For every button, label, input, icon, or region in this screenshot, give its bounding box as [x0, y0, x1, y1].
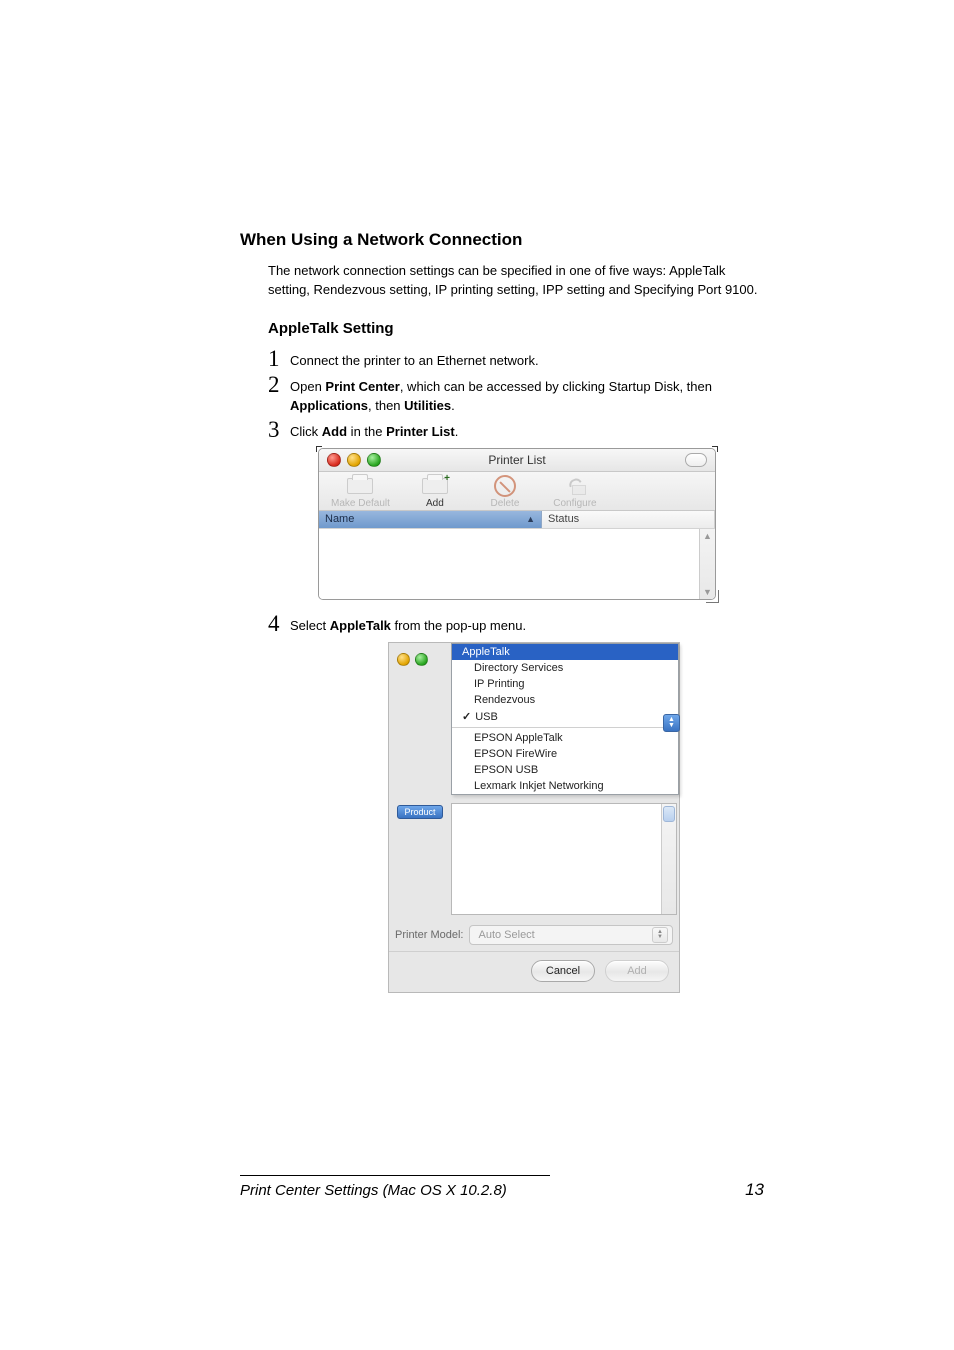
t: Open [290, 379, 325, 394]
t: . [455, 424, 459, 439]
bold: Add [322, 424, 347, 439]
scroll-up-icon[interactable]: ▲ [700, 529, 715, 543]
step-1: 1 Connect the printer to an Ethernet net… [268, 347, 764, 371]
t: , which can be accessed by clicking Star… [400, 379, 712, 394]
menu-item-directory-services[interactable]: Directory Services [452, 660, 678, 676]
column-label: Status [548, 513, 579, 525]
step-text: Select AppleTalk from the pop-up menu. [290, 612, 526, 636]
bold: Utilities [404, 398, 451, 413]
menu-item-rendezvous[interactable]: Rendezvous [452, 692, 678, 708]
toolbar-label: Add [426, 498, 444, 509]
step-3: 3 Click Add in the Printer List. [268, 418, 764, 442]
toolbar: Make Default Add Delete Configure [319, 472, 715, 511]
product-column-header[interactable]: Product [397, 805, 442, 819]
menu-item-ip-printing[interactable]: IP Printing [452, 676, 678, 692]
menu-item-lexmark[interactable]: Lexmark Inkjet Networking [452, 778, 678, 794]
column-status-header[interactable]: Status [542, 511, 715, 528]
menu-item-epson-firewire[interactable]: EPSON FireWire [452, 746, 678, 762]
menu-item-epson-usb[interactable]: EPSON USB [452, 762, 678, 778]
step-4: 4 Select AppleTalk from the pop-up menu. [268, 612, 764, 636]
list-body: ▲ ▼ [319, 529, 715, 599]
footer-title: Print Center Settings (Mac OS X 10.2.8) [240, 1182, 507, 1199]
printer-model-select: Auto Select ▲▼ [469, 925, 673, 945]
menu-separator [452, 727, 678, 728]
configure-icon [564, 477, 586, 495]
t: Click [290, 424, 322, 439]
list-rows [319, 529, 699, 599]
add-button: Add [605, 960, 669, 982]
column-name-header[interactable]: Name ▲ [319, 511, 542, 528]
product-list[interactable] [451, 803, 677, 915]
step-number: 2 [268, 373, 290, 396]
menu-item-usb[interactable]: USB [452, 708, 678, 725]
bold: Applications [290, 398, 368, 413]
select-stepper-icon: ▲▼ [652, 927, 668, 943]
printer-model-label: Printer Model: [395, 929, 463, 941]
step-number: 1 [268, 347, 290, 370]
popup-stepper-icon[interactable]: ▲▼ [663, 714, 680, 732]
delete-button: Delete [480, 476, 530, 509]
subsection-heading: AppleTalk Setting [268, 318, 764, 340]
window-titlebar[interactable]: Printer List [319, 449, 715, 472]
intro-paragraph: The network connection settings can be s… [268, 262, 764, 300]
add-button[interactable]: Add [410, 476, 460, 509]
column-label: Name [325, 513, 354, 525]
menu-item-epson-appletalk[interactable]: EPSON AppleTalk [452, 730, 678, 746]
connection-popup-menu[interactable]: AppleTalk Directory Services IP Printing… [451, 643, 679, 795]
toolbar-label: Delete [490, 498, 519, 509]
printer-add-icon [422, 478, 448, 494]
add-printer-sheet: AppleTalk Directory Services IP Printing… [388, 642, 680, 993]
cancel-button[interactable]: Cancel [531, 960, 595, 982]
list-header: Name ▲ Status [319, 511, 715, 529]
toolbar-label: Configure [553, 498, 596, 509]
vertical-scrollbar[interactable] [661, 804, 676, 914]
toolbar-label: Make Default [331, 498, 390, 509]
bold: Print Center [325, 379, 399, 394]
step-text: Click Add in the Printer List. [290, 418, 458, 442]
t: . [451, 398, 455, 413]
printer-list-window: Printer List Make Default Add Delete [318, 448, 716, 600]
zoom-icon[interactable] [415, 653, 428, 666]
sort-asc-icon: ▲ [526, 514, 535, 524]
vertical-scrollbar[interactable]: ▲ ▼ [699, 529, 715, 599]
bold: Printer List [386, 424, 455, 439]
printer-icon [347, 478, 373, 494]
printer-model-value: Auto Select [478, 929, 534, 941]
step-text: Open Print Center, which can be accessed… [290, 373, 764, 416]
footer-page-number: 13 [745, 1180, 764, 1200]
toolbar-toggle-icon[interactable] [685, 453, 707, 467]
menu-item-appletalk[interactable]: AppleTalk [452, 644, 678, 660]
t: in the [347, 424, 386, 439]
t: Select [290, 618, 330, 633]
minimize-icon[interactable] [397, 653, 410, 666]
page-footer: Print Center Settings (Mac OS X 10.2.8) … [240, 1175, 764, 1200]
no-sign-icon [494, 475, 516, 497]
step-text: Connect the printer to an Ethernet netwo… [290, 347, 539, 371]
step-2: 2 Open Print Center, which can be access… [268, 373, 764, 416]
t: from the pop-up menu. [391, 618, 526, 633]
section-heading: When Using a Network Connection [240, 230, 764, 250]
make-default-button: Make Default [331, 476, 390, 509]
footer-rule [240, 1175, 550, 1176]
bold: AppleTalk [330, 618, 391, 633]
step-number: 4 [268, 612, 290, 635]
t: , then [368, 398, 404, 413]
configure-button: Configure [550, 476, 600, 509]
step-number: 3 [268, 418, 290, 441]
window-title: Printer List [319, 453, 715, 467]
resize-grip-icon[interactable] [707, 591, 719, 603]
